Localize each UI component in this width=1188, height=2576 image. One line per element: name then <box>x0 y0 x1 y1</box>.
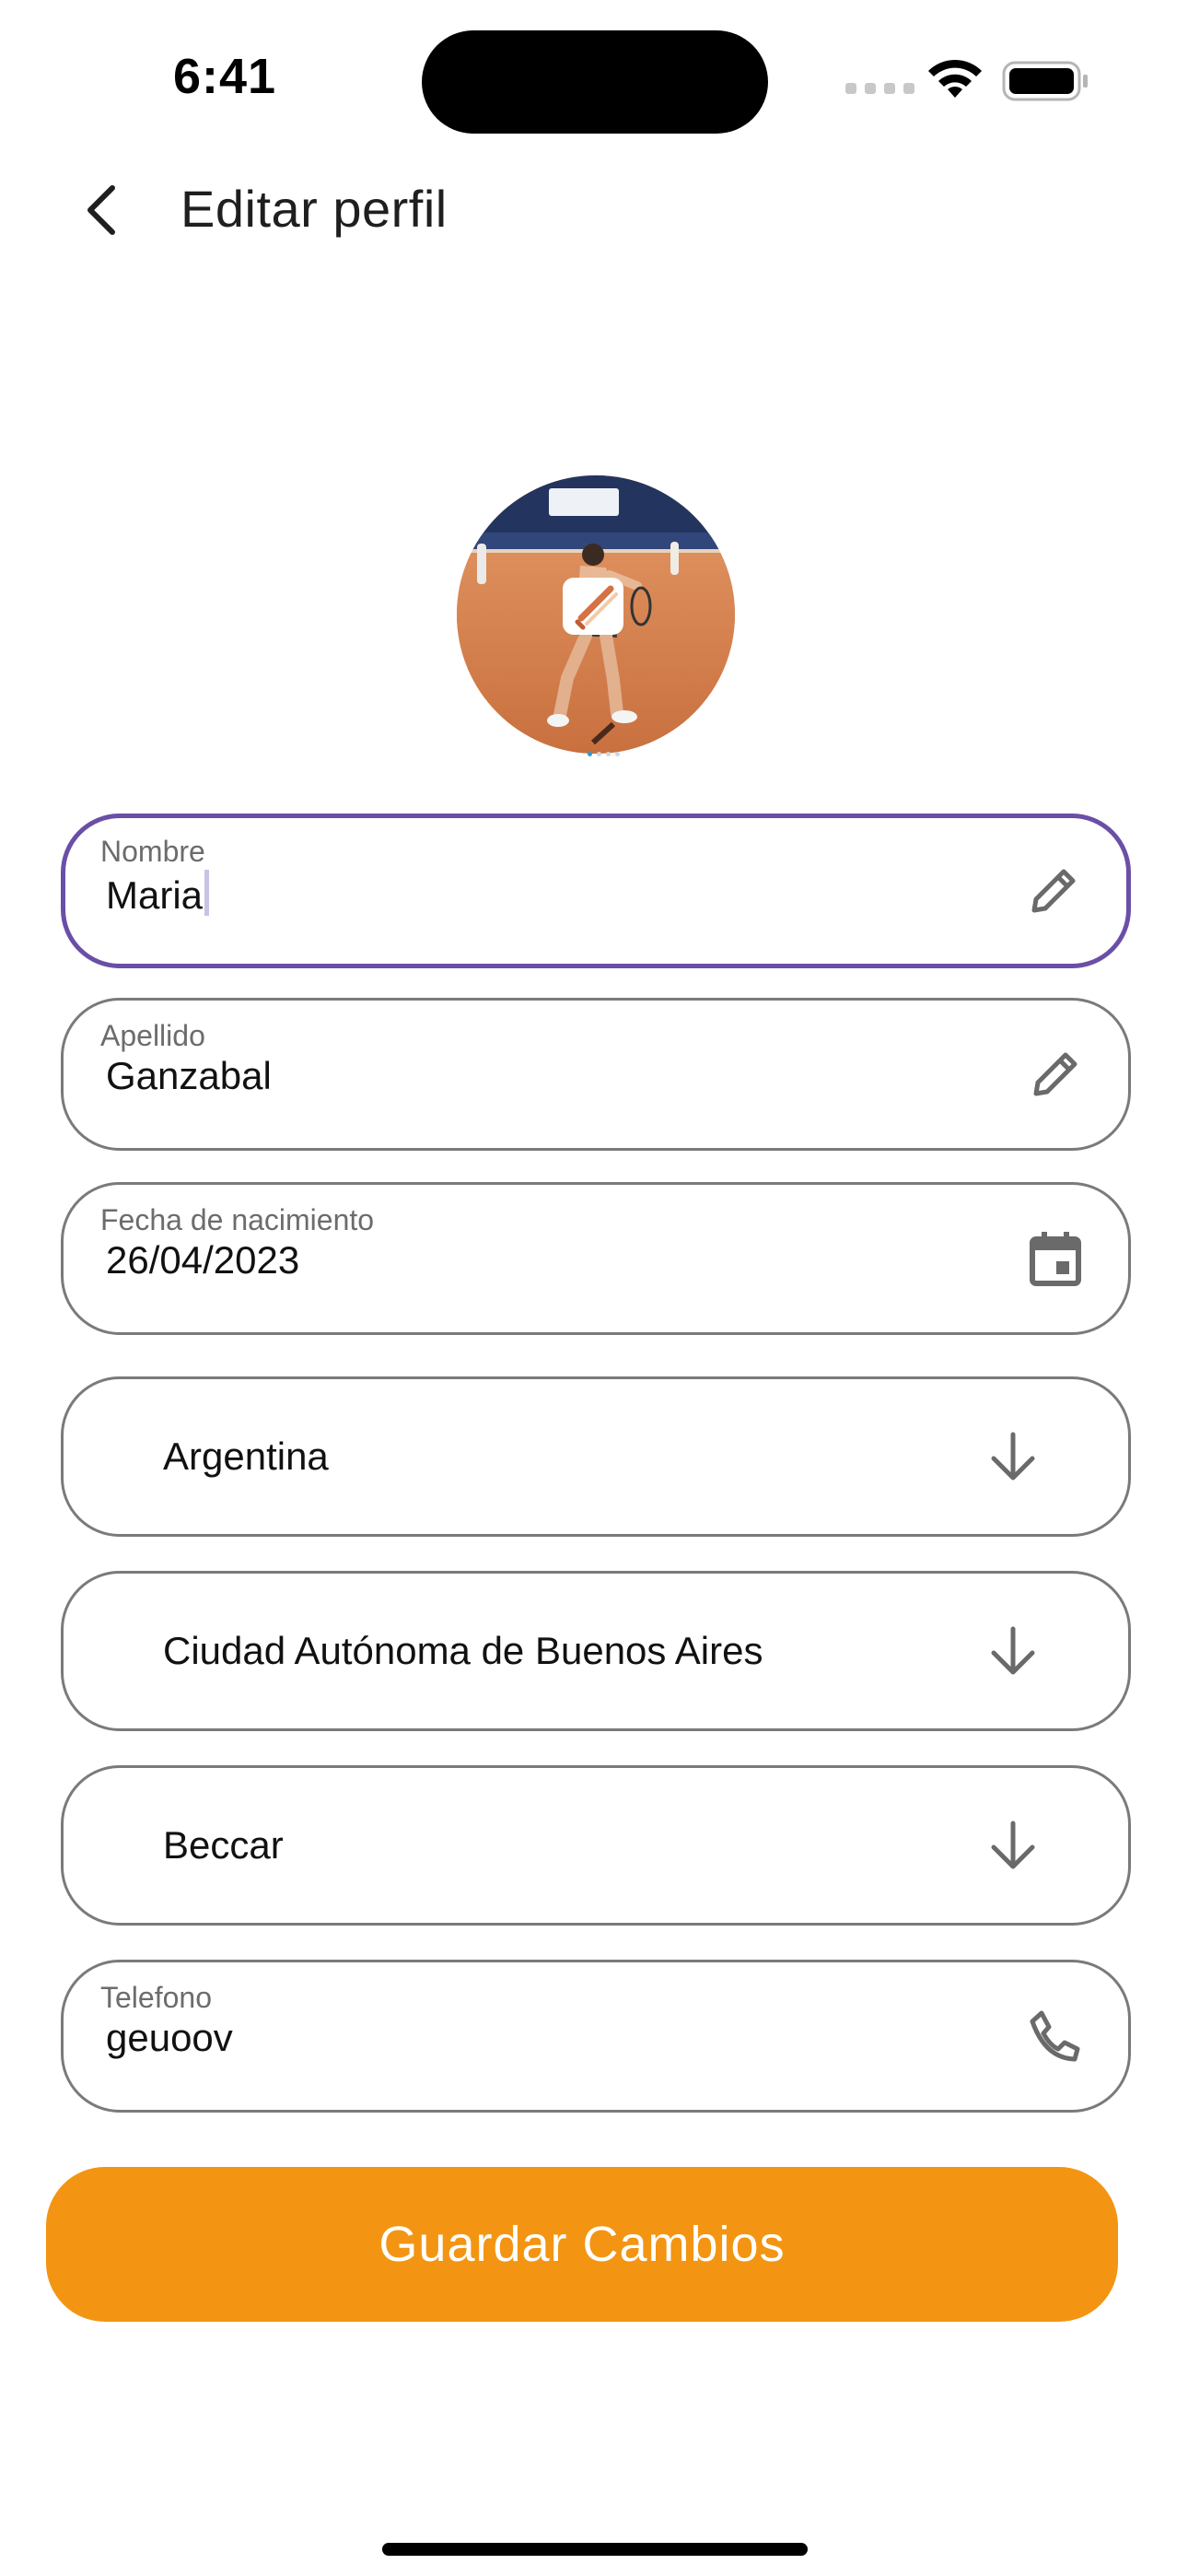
pais-select[interactable]: Argentina <box>61 1376 1131 1537</box>
localidad-select[interactable]: Beccar <box>61 1765 1131 1926</box>
apellido-label: Apellido <box>100 1019 205 1052</box>
avatar-page-indicator <box>588 752 620 756</box>
pencil-icon <box>575 585 618 630</box>
arrow-down-icon <box>991 1821 1035 1869</box>
telefono-input[interactable]: geuoov <box>106 2016 233 2060</box>
nombre-field[interactable]: Nombre Maria <box>61 814 1131 968</box>
save-changes-button[interactable]: Guardar Cambios <box>46 2167 1118 2322</box>
back-button[interactable] <box>77 181 129 240</box>
status-time: 6:41 <box>173 49 277 104</box>
phone-icon[interactable] <box>1027 2008 1082 2064</box>
fecha-nacimiento-input[interactable]: 26/04/2023 <box>106 1238 299 1282</box>
text-caret <box>204 870 210 916</box>
pencil-icon[interactable] <box>1027 864 1080 918</box>
apellido-input[interactable]: Ganzabal <box>106 1054 272 1098</box>
arrow-down-icon <box>991 1626 1035 1675</box>
pais-value: Argentina <box>163 1434 329 1478</box>
home-indicator[interactable] <box>382 2543 808 2556</box>
chevron-left-icon <box>87 185 115 235</box>
fecha-nacimiento-field[interactable]: Fecha de nacimiento 26/04/2023 <box>61 1182 1131 1335</box>
cellular-signal-icon <box>845 83 914 94</box>
nombre-input[interactable]: Maria <box>106 873 203 917</box>
avatar-edit-button[interactable] <box>563 578 623 635</box>
page-title: Editar perfil <box>181 180 448 238</box>
telefono-label: Telefono <box>100 1981 212 2014</box>
dynamic-island <box>422 30 768 134</box>
battery-icon <box>1002 61 1088 101</box>
calendar-icon[interactable] <box>1029 1230 1082 1287</box>
localidad-value: Beccar <box>163 1823 284 1867</box>
telefono-field[interactable]: Telefono geuoov <box>61 1960 1131 2113</box>
nombre-label: Nombre <box>100 835 205 868</box>
provincia-select[interactable]: Ciudad Autónoma de Buenos Aires <box>61 1571 1131 1731</box>
wifi-icon <box>928 59 982 98</box>
pencil-icon[interactable] <box>1029 1048 1082 1101</box>
provincia-value: Ciudad Autónoma de Buenos Aires <box>163 1629 763 1672</box>
arrow-down-icon <box>991 1432 1035 1481</box>
apellido-field[interactable]: Apellido Ganzabal <box>61 998 1131 1151</box>
fecha-nacimiento-label: Fecha de nacimiento <box>100 1203 375 1236</box>
